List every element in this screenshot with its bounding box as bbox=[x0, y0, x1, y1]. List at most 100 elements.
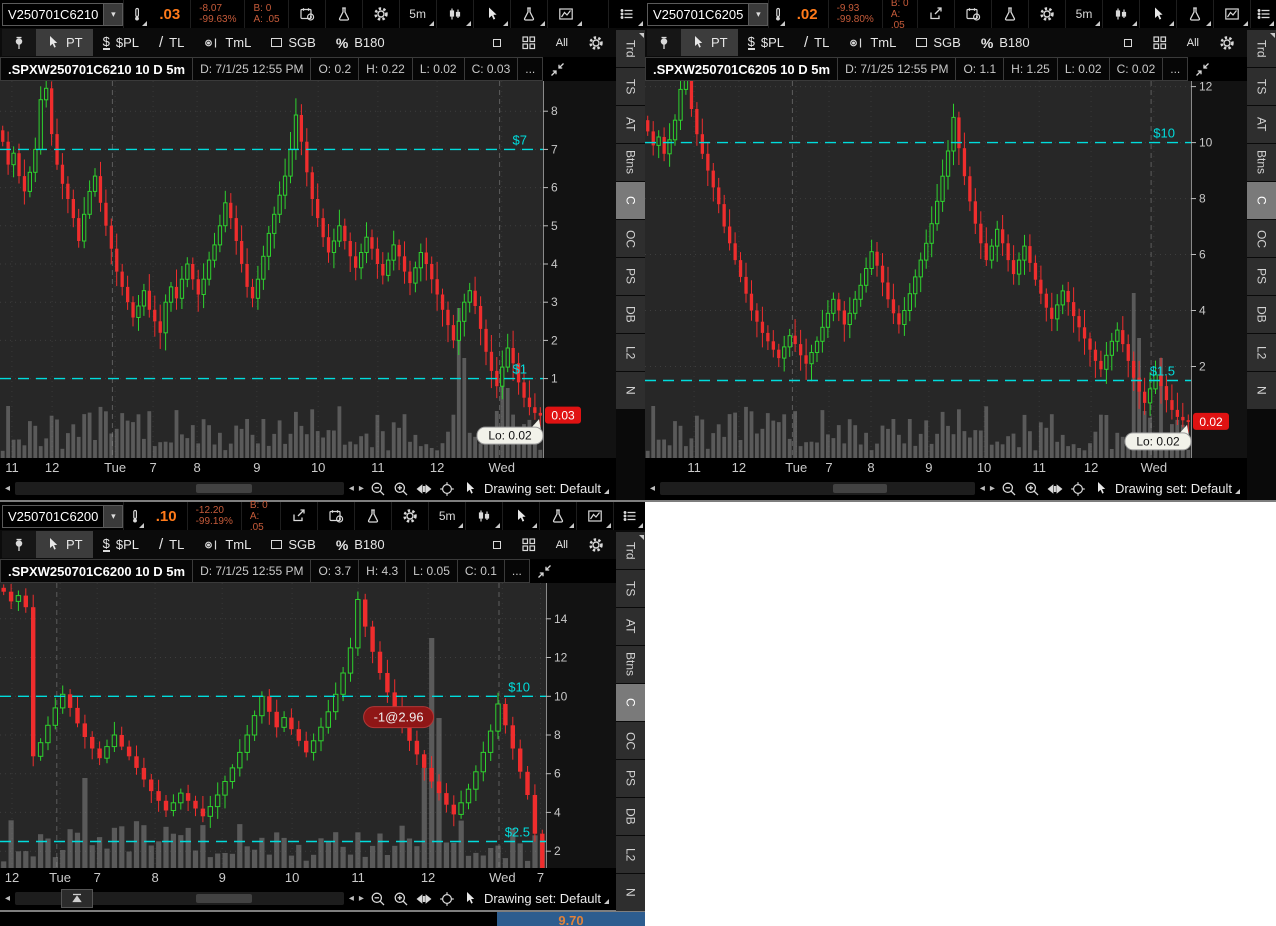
title-more-button[interactable]: ... bbox=[505, 559, 530, 583]
zoom-in-button[interactable] bbox=[1023, 481, 1041, 497]
symbol-input[interactable]: V250701C6210 ▾ bbox=[2, 3, 123, 26]
tl-button[interactable]: / TL bbox=[794, 29, 839, 56]
step-right-icon[interactable]: ▸ bbox=[359, 893, 364, 904]
studies-flask-button[interactable] bbox=[991, 0, 1028, 28]
restore-icon[interactable] bbox=[1195, 62, 1210, 77]
toolbar-gear-button[interactable] bbox=[1209, 29, 1245, 56]
tab-ts[interactable]: TS bbox=[616, 68, 645, 105]
drawings-button[interactable] bbox=[547, 0, 584, 28]
all-button[interactable]: All bbox=[546, 531, 578, 558]
tml-button[interactable]: TmL bbox=[839, 29, 906, 56]
all-button[interactable]: All bbox=[546, 29, 578, 56]
tab-l2[interactable]: L2 bbox=[616, 836, 645, 873]
tab-ts[interactable]: TS bbox=[616, 570, 645, 607]
symbol-input[interactable]: V250701C6205 ▾ bbox=[647, 3, 768, 26]
tab-c[interactable]: C bbox=[616, 182, 645, 219]
mini-window-button[interactable] bbox=[1114, 29, 1142, 56]
tab-at[interactable]: AT bbox=[1247, 106, 1276, 143]
analysis-flask-button[interactable] bbox=[539, 502, 576, 530]
cursor-button[interactable] bbox=[461, 481, 479, 496]
tab-ps[interactable]: PS bbox=[616, 760, 645, 797]
tab-n[interactable]: N bbox=[1247, 372, 1276, 409]
tab-oc[interactable]: OC bbox=[616, 722, 645, 759]
tab-db[interactable]: DB bbox=[616, 296, 645, 333]
studies-flask-button[interactable] bbox=[325, 0, 362, 28]
scroll-left-icon[interactable]: ◂ bbox=[5, 483, 10, 494]
tab-oc[interactable]: OC bbox=[616, 220, 645, 257]
grid-layout-button[interactable] bbox=[1142, 29, 1177, 56]
gauge-icon[interactable] bbox=[768, 0, 786, 28]
share-button[interactable] bbox=[917, 0, 954, 28]
chart-scrollbar[interactable] bbox=[15, 892, 344, 905]
scrollbar-thumb[interactable] bbox=[196, 484, 252, 493]
tab-btns[interactable]: Btns bbox=[616, 144, 645, 181]
expand-button[interactable] bbox=[61, 889, 93, 908]
pan-arrows-button[interactable] bbox=[415, 891, 433, 907]
symbol-value[interactable]: V250701C6200 bbox=[3, 509, 103, 524]
symbol-input[interactable]: V250701C6200 ▾ bbox=[2, 505, 123, 528]
zoom-in-button[interactable] bbox=[392, 891, 410, 907]
symbol-value[interactable]: V250701C6210 bbox=[3, 7, 103, 22]
all-button[interactable]: All bbox=[1177, 29, 1209, 56]
spl-button[interactable]: $ $PL bbox=[93, 29, 149, 56]
pin-button[interactable] bbox=[647, 29, 681, 56]
tab-trd[interactable]: Trd bbox=[616, 532, 645, 569]
tl-button[interactable]: / TL bbox=[149, 531, 194, 558]
drawing-set-selector[interactable]: Drawing set: Default bbox=[1115, 481, 1242, 496]
sgb-button[interactable]: SGB bbox=[261, 29, 325, 56]
step-left-icon[interactable]: ◂ bbox=[980, 483, 985, 494]
drawings-button[interactable] bbox=[576, 502, 613, 530]
calendar-button[interactable] bbox=[288, 0, 325, 28]
gauge-icon[interactable] bbox=[123, 502, 145, 530]
chart-scrollbar[interactable] bbox=[660, 482, 975, 495]
toolbar-gear-button[interactable] bbox=[578, 531, 614, 558]
zoom-out-button[interactable] bbox=[369, 891, 387, 907]
mini-window-button[interactable] bbox=[483, 531, 511, 558]
step-right-icon[interactable]: ▸ bbox=[359, 483, 364, 494]
pointer-tool-button[interactable] bbox=[502, 502, 539, 530]
analysis-flask-button[interactable] bbox=[510, 0, 547, 28]
tml-button[interactable]: TmL bbox=[194, 531, 261, 558]
menu-button[interactable] bbox=[1250, 0, 1276, 28]
toolbar-gear-button[interactable] bbox=[578, 29, 614, 56]
tab-trd[interactable]: Trd bbox=[1247, 30, 1276, 67]
candles-style-button[interactable] bbox=[465, 502, 502, 530]
settings-gear-button[interactable] bbox=[362, 0, 399, 28]
order-price-chip[interactable]: 9.70 bbox=[497, 912, 645, 926]
scrollbar-thumb[interactable] bbox=[196, 894, 252, 903]
tab-c[interactable]: C bbox=[616, 684, 645, 721]
drawings-button[interactable] bbox=[1213, 0, 1250, 28]
studies-flask-button[interactable] bbox=[354, 502, 391, 530]
cursor-button[interactable] bbox=[461, 891, 479, 906]
symbol-dropdown-icon[interactable]: ▾ bbox=[103, 506, 122, 527]
scrollbar-thumb[interactable] bbox=[833, 484, 887, 493]
spl-button[interactable]: $ $PL bbox=[93, 531, 149, 558]
restore-icon[interactable] bbox=[550, 62, 565, 77]
tab-oc[interactable]: OC bbox=[1247, 220, 1276, 257]
drawing-set-selector[interactable]: Drawing set: Default bbox=[484, 481, 611, 496]
pt-button[interactable]: PT bbox=[36, 531, 93, 558]
tab-n[interactable]: N bbox=[616, 874, 645, 911]
spl-button[interactable]: $ $PL bbox=[738, 29, 794, 56]
tab-n[interactable]: N bbox=[616, 372, 645, 409]
candles-style-button[interactable] bbox=[436, 0, 473, 28]
tab-db[interactable]: DB bbox=[616, 798, 645, 835]
timeframe-button[interactable]: 5m bbox=[1065, 0, 1102, 28]
auto-center-button[interactable] bbox=[438, 481, 456, 497]
title-more-button[interactable]: ... bbox=[1163, 57, 1188, 81]
pin-button[interactable] bbox=[2, 29, 36, 56]
auto-center-button[interactable] bbox=[438, 891, 456, 907]
calendar-button[interactable] bbox=[317, 502, 354, 530]
step-left-icon[interactable]: ◂ bbox=[349, 483, 354, 494]
tab-l2[interactable]: L2 bbox=[616, 334, 645, 371]
tab-btns[interactable]: Btns bbox=[616, 646, 645, 683]
calendar-button[interactable] bbox=[954, 0, 991, 28]
scroll-left-icon[interactable]: ◂ bbox=[5, 893, 10, 904]
tab-trd[interactable]: Trd bbox=[616, 30, 645, 67]
mini-window-button[interactable] bbox=[483, 29, 511, 56]
gauge-icon[interactable] bbox=[123, 0, 149, 28]
scroll-left-icon[interactable]: ◂ bbox=[650, 483, 655, 494]
symbol-dropdown-icon[interactable]: ▾ bbox=[748, 4, 767, 25]
chart-area[interactable]: $10$1.5246810120.02Lo: 0.02 bbox=[645, 81, 1247, 458]
zoom-out-button[interactable] bbox=[369, 481, 387, 497]
